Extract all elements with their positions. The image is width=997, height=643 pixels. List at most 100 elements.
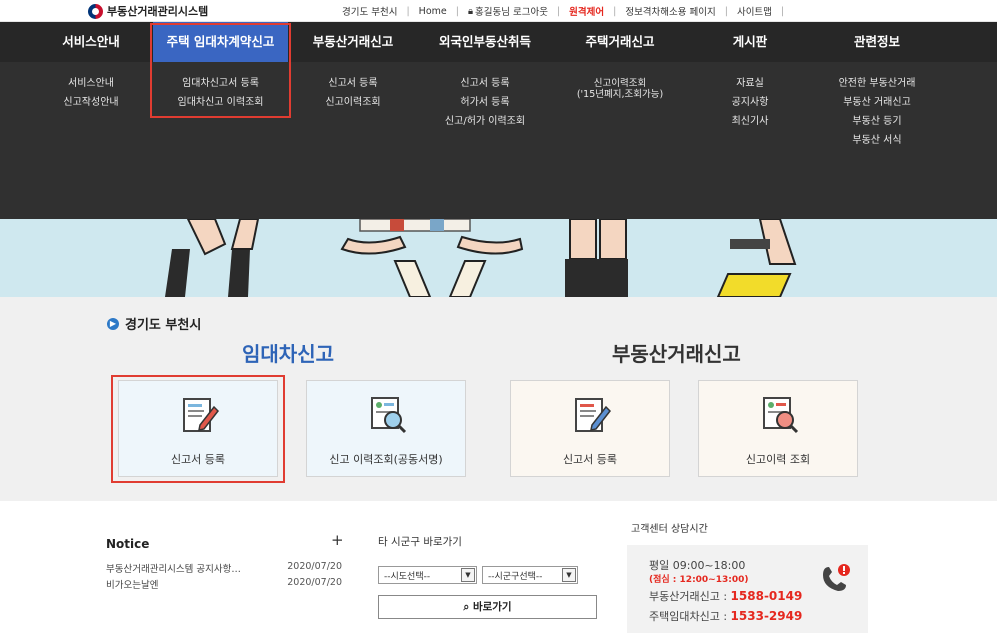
hero-banner [0, 219, 997, 297]
nav-board[interactable]: 게시판 [690, 22, 810, 62]
notice-row[interactable]: 부동산거래관리시스템 공지사항… 2020/07/20 [106, 561, 342, 575]
home-link[interactable]: Home [419, 6, 447, 17]
submenu-item[interactable]: 부동산 서식 [817, 131, 937, 150]
submenu-foreigner: 신고서 등록 허가서 등록 신고/허가 이력조회 [420, 74, 550, 131]
submenu-item[interactable]: 자료실 [690, 74, 810, 93]
sido-select[interactable]: --시도선택-- ▼ [378, 566, 477, 584]
site-logo[interactable]: 부동산거래관리시스템 [88, 3, 208, 19]
trade-phone-line: 부동산거래신고 : 1588-0149 [649, 588, 802, 604]
submenu-service-info: 서비스안내 신고작성안내 [33, 74, 149, 112]
main-nav: 서비스안내 주택 임대차계약신고 부동산거래신고 외국인부동산취득 주택거래신고… [0, 22, 997, 62]
region-heading: ▶ 경기도 부천시 [107, 314, 201, 333]
chevron-down-icon: ▼ [461, 568, 475, 582]
submenu-item[interactable]: 서비스안내 [33, 74, 149, 93]
trade-category-title: 부동산거래신고 [612, 342, 741, 366]
lease-phone-number: 1533-2949 [730, 609, 803, 623]
document-pencil-icon [575, 398, 611, 432]
document-search-icon [763, 397, 799, 434]
submenu-lease-history[interactable]: 임대차신고 이력조회 [153, 93, 288, 112]
submenu-item[interactable]: 허가서 등록 [420, 93, 550, 112]
divider: | [724, 5, 728, 17]
divider: | [556, 5, 561, 17]
submenu-item[interactable]: 신고/허가 이력조회 [420, 112, 550, 131]
notice-row-date: 2020/07/20 [287, 577, 342, 588]
nav-foreigner-acquisition[interactable]: 외국인부동산취득 [420, 22, 550, 62]
trade-phone-number: 1588-0149 [730, 589, 803, 603]
logout-link[interactable]: 홍길동님 로그아웃 [475, 4, 548, 18]
notice-row-title[interactable]: 부동산거래관리시스템 공지사항… [106, 564, 241, 575]
trade-history-card[interactable]: 신고이력 조회 [698, 380, 858, 477]
goto-button[interactable]: ⌕ 바로가기 [378, 595, 597, 619]
card-label: 신고서 등록 [562, 453, 618, 466]
submenu-item[interactable]: 신고작성안내 [33, 93, 149, 112]
document-search-icon [371, 397, 407, 434]
card-label: 신고 이력조회(공동서명) [329, 453, 443, 466]
divider: | [613, 5, 617, 17]
taegeuk-logo-icon [88, 3, 103, 19]
accessibility-page-link[interactable]: 정보격차해소용 페이지 [625, 4, 715, 18]
submenu-board: 자료실 공지사항 최신기사 [690, 74, 810, 131]
divider: | [780, 5, 785, 17]
submenu-item[interactable]: 최신기사 [690, 112, 810, 131]
nav-lease-report[interactable]: 주택 임대차계약신고 [153, 22, 288, 62]
submenu-item[interactable]: 신고이력조회 [560, 74, 680, 89]
divider: | [406, 5, 410, 17]
top-bar: 부동산거래관리시스템 경기도 부천시 | Home | 🔒︎ 홍길동님 로그아웃… [0, 0, 997, 22]
trade-phone-label: 부동산거래신고 : [649, 590, 731, 603]
region-name: 경기도 부천시 [125, 318, 202, 333]
chevron-down-icon: ▼ [562, 568, 576, 582]
notice-row-title[interactable]: 비가오는날엔 [106, 580, 158, 591]
submenu-item[interactable]: 신고서 등록 [420, 74, 550, 93]
submenu-note: ('15년폐지,조회가능) [576, 89, 664, 100]
submenu-lease-register[interactable]: 임대차신고서 등록 [153, 74, 288, 93]
submenu-item[interactable]: 공지사항 [690, 93, 810, 112]
phone-icon [823, 564, 850, 591]
region-link[interactable]: 경기도 부천시 [342, 4, 397, 18]
goto-button-label: 바로가기 [472, 601, 512, 613]
notice-row[interactable]: 비가오는날엔 2020/07/20 [106, 577, 342, 591]
submenu-item[interactable]: 부동산 등기 [817, 112, 937, 131]
nav-real-estate-trade[interactable]: 부동산거래신고 [293, 22, 413, 62]
sigungu-select-value: --시군구선택-- [488, 572, 543, 582]
customer-center-title: 고객센터 상담시간 [631, 524, 708, 535]
mega-menu: 서비스안내 신고작성안내 임대차신고서 등록 임대차신고 이력조회 신고서 등록… [0, 62, 997, 219]
divider: | [455, 5, 459, 17]
notice-more-button[interactable]: + [331, 531, 344, 549]
lease-phone-line: 주택임대차신고 : 1533-2949 [649, 608, 802, 624]
submenu-item[interactable]: 신고이력조회 [293, 93, 413, 112]
submenu-related: 안전한 부동산거래 부동산 거래신고 부동산 등기 부동산 서식 [817, 74, 937, 150]
search-icon: ⌕ [463, 601, 470, 613]
submenu-item[interactable]: 신고서 등록 [293, 74, 413, 93]
trade-register-card[interactable]: 신고서 등록 [510, 380, 670, 477]
lunch-text: (점심 : 12:00~13:00) [649, 575, 749, 585]
sido-select-value: --시도선택-- [384, 572, 431, 582]
lease-category-title: 임대차신고 [242, 342, 334, 366]
card-label: 신고이력 조회 [745, 453, 811, 466]
lease-history-card[interactable]: 신고 이력조회(공동서명) [306, 380, 466, 477]
goto-title: 타 시군구 바로가기 [378, 536, 462, 548]
submenu-house-trade: 신고이력조회 ('15년폐지,조회가능) [560, 74, 680, 100]
nav-house-trade[interactable]: 주택거래신고 [560, 22, 680, 62]
card-label: 신고서 등록 [170, 453, 226, 466]
sitemap-link[interactable]: 사이트맵 [737, 4, 772, 18]
remote-control-link[interactable]: 원격제어 [569, 4, 604, 18]
customer-center-box: 평일 09:00~18:00 (점심 : 12:00~13:00) 부동산거래신… [627, 545, 868, 633]
lock-icon: 🔒︎ [467, 5, 473, 17]
hands-illustration [165, 219, 797, 297]
sigungu-select[interactable]: --시군구선택-- ▼ [482, 566, 578, 584]
utility-links: 경기도 부천시 | Home | 🔒︎ 홍길동님 로그아웃 | 원격제어 | 정… [342, 4, 793, 19]
submenu-item[interactable]: 안전한 부동산거래 [817, 74, 937, 93]
arrow-circle-icon: ▶ [107, 317, 119, 330]
nav-service-info[interactable]: 서비스안내 [33, 22, 149, 62]
notice-row-date: 2020/07/20 [287, 561, 342, 572]
nav-related-info[interactable]: 관련정보 [817, 22, 937, 62]
submenu-lease: 임대차신고서 등록 임대차신고 이력조회 [153, 74, 288, 112]
hours-text: 평일 09:00~18:00 [649, 559, 746, 572]
submenu-trade: 신고서 등록 신고이력조회 [293, 74, 413, 112]
submenu-item[interactable]: 부동산 거래신고 [817, 93, 937, 112]
site-logo-text: 부동산거래관리시스템 [107, 5, 209, 18]
document-pencil-icon [183, 398, 219, 432]
lease-register-card[interactable]: 신고서 등록 [118, 380, 278, 477]
lease-phone-label: 주택임대차신고 : [649, 610, 731, 623]
notice-title: Notice [106, 537, 150, 551]
